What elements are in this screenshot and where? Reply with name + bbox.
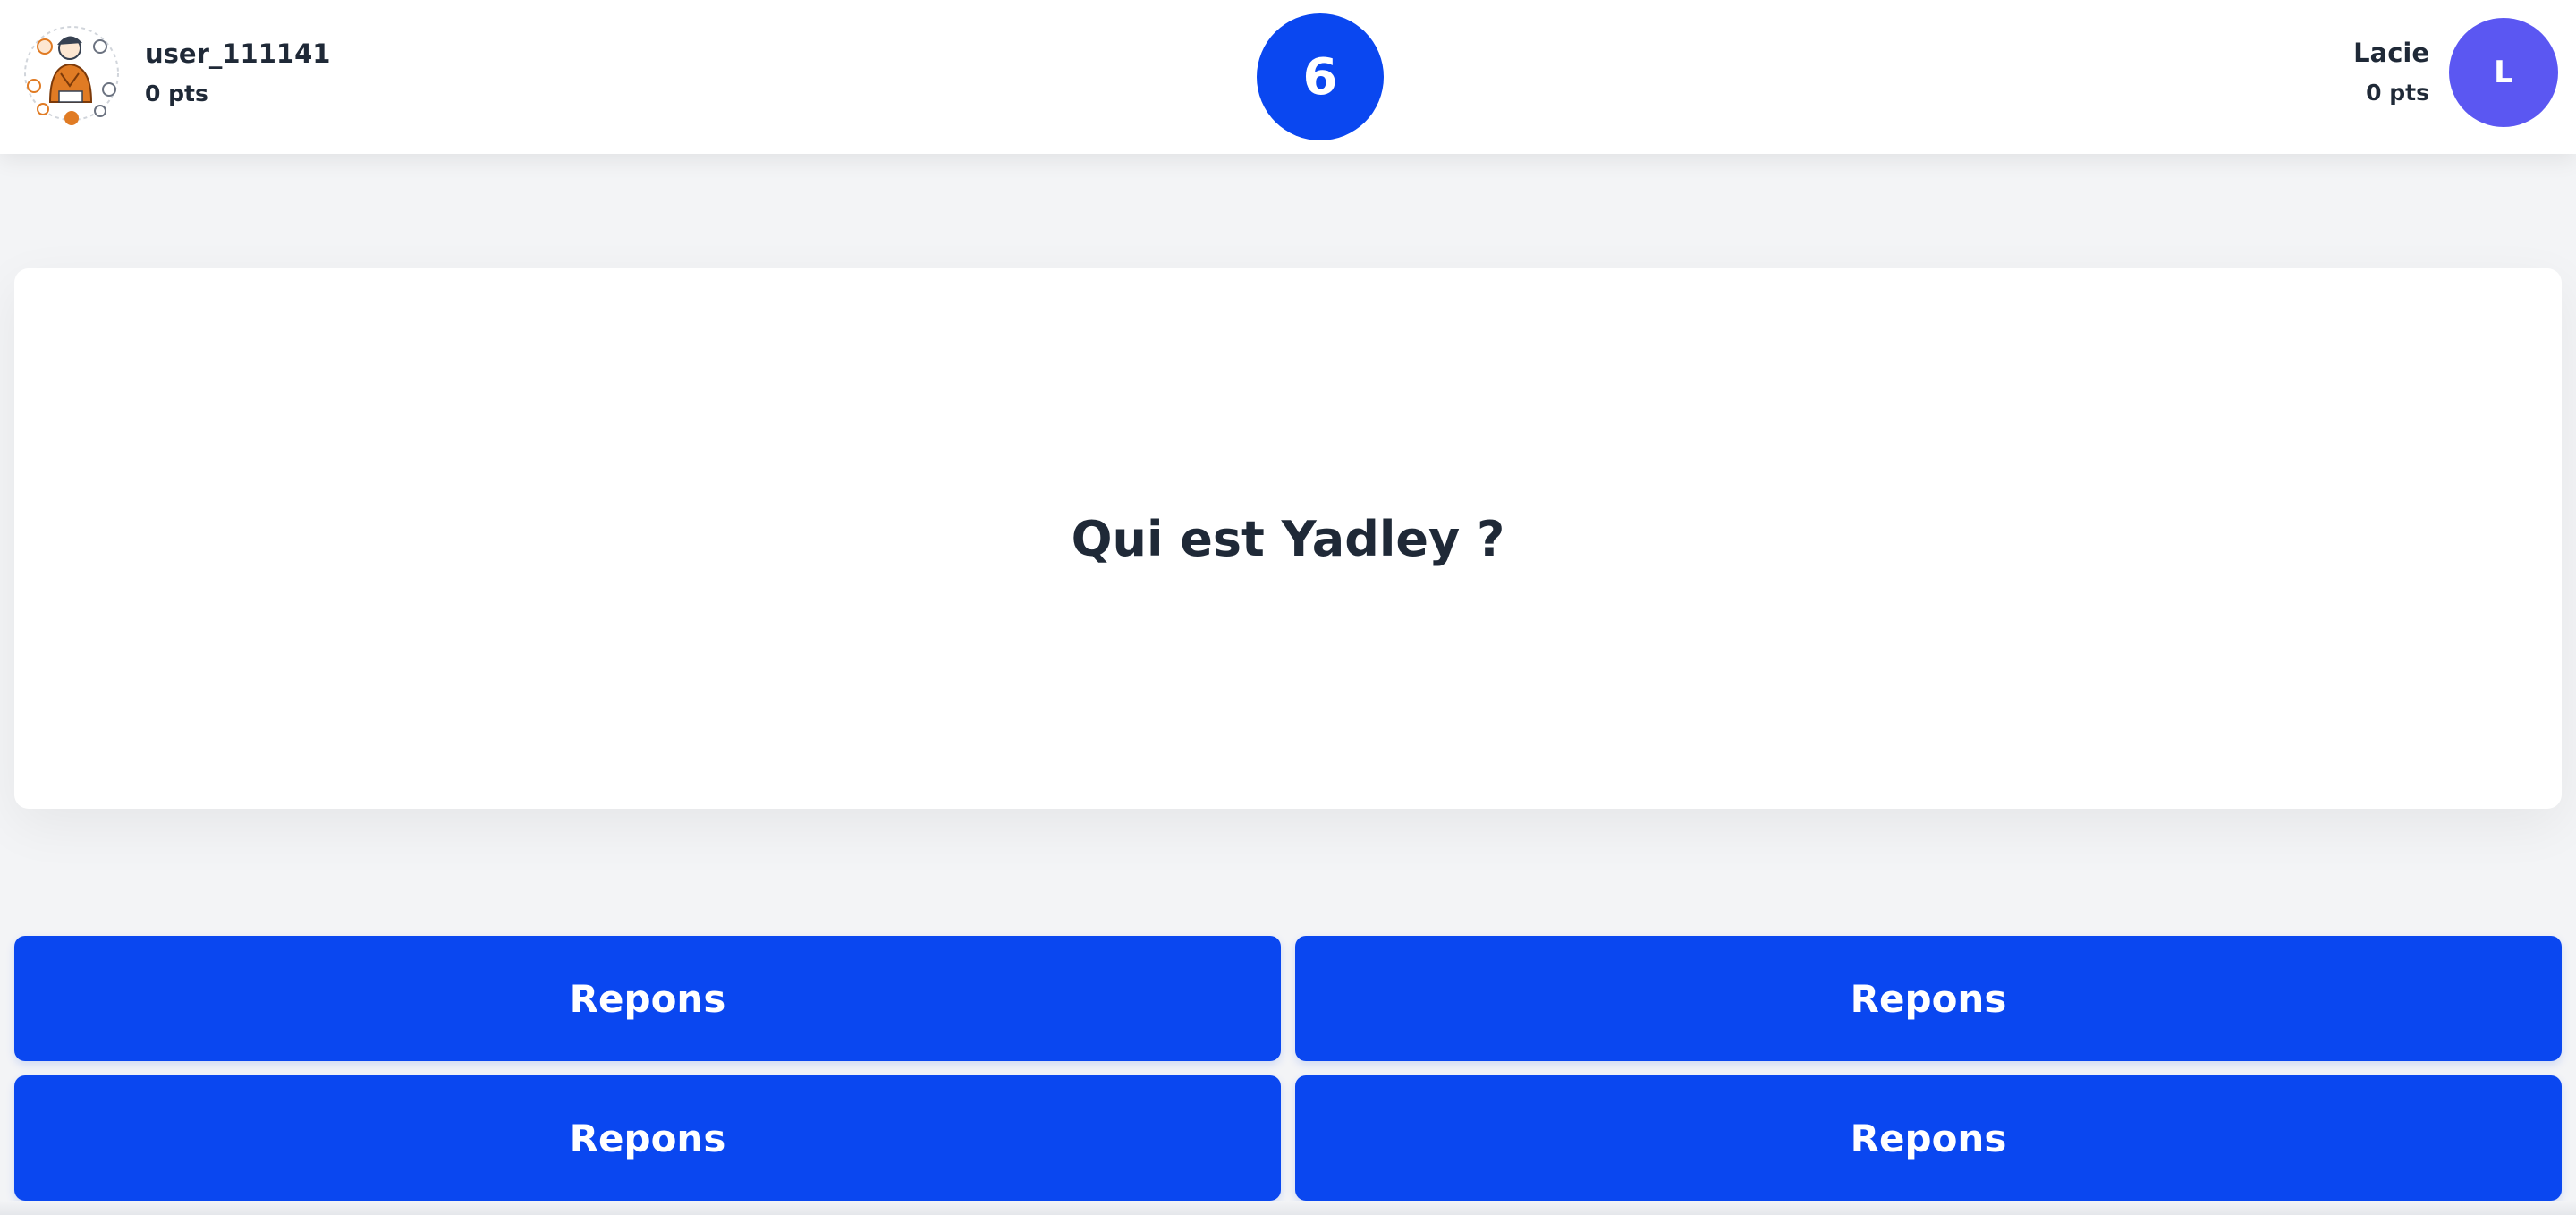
- player-left-info: user_111141 0 pts: [145, 36, 330, 111]
- answer-button-4[interactable]: Repons: [1295, 1075, 2562, 1201]
- illustrated-person-avatar-icon: [18, 20, 125, 127]
- player-right-avatar: L: [2449, 18, 2558, 127]
- bottom-edge: [0, 1201, 2576, 1215]
- game-header: user_111141 0 pts 6 Lacie 0 pts L: [0, 0, 2576, 154]
- question-text: Qui est Yadley ?: [1071, 510, 1505, 567]
- player-right-name: Lacie: [2353, 38, 2429, 68]
- player-right-info: Lacie 0 pts: [2353, 35, 2429, 110]
- player-left: user_111141 0 pts: [18, 20, 330, 127]
- question-card: Qui est Yadley ?: [14, 268, 2562, 809]
- countdown-timer: 6: [1257, 13, 1384, 140]
- answer-grid: Repons Repons Repons Repons: [14, 936, 2562, 1201]
- player-right-score: 0 pts: [2366, 80, 2429, 106]
- player-left-name: user_111141: [145, 38, 331, 69]
- player-right: Lacie 0 pts L: [2353, 18, 2558, 127]
- answer-button-3[interactable]: Repons: [14, 1075, 1281, 1201]
- answer-button-1[interactable]: Repons: [14, 936, 1281, 1061]
- player-left-score: 0 pts: [145, 81, 208, 106]
- answer-button-2[interactable]: Repons: [1295, 936, 2562, 1061]
